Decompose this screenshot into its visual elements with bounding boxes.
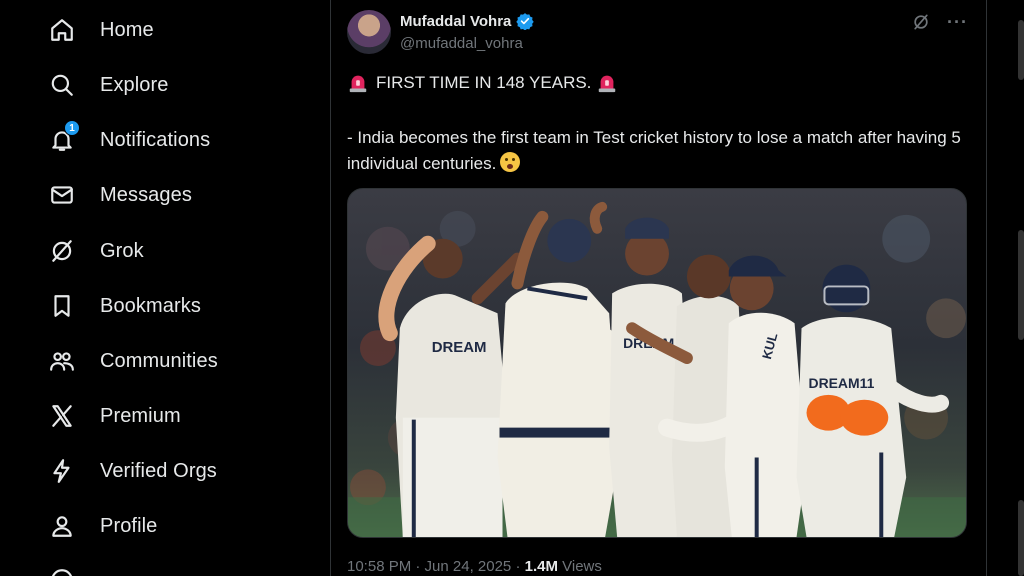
siren-emoji-icon	[349, 75, 367, 93]
nav-label-home: Home	[100, 18, 154, 41]
nav-label-premium: Premium	[100, 404, 181, 427]
scrollbar-thumb-bottom[interactable]	[1018, 500, 1024, 576]
nav-item-communities[interactable]: Communities	[48, 341, 218, 381]
column-divider-left	[330, 0, 331, 576]
notification-badge: 1	[64, 120, 80, 136]
author-name-row[interactable]: Mufaddal Vohra	[400, 12, 535, 30]
jersey-sponsor-text: DREAM11	[809, 375, 875, 391]
more-circle-icon	[48, 566, 76, 576]
nav-label-communities: Communities	[100, 349, 218, 372]
lightning-icon	[48, 457, 76, 485]
author-handle[interactable]: @mufaddal_vohra	[400, 35, 523, 52]
scrollbar-thumb-top[interactable]	[1018, 20, 1024, 80]
nav-item-home[interactable]: Home	[48, 10, 154, 50]
jersey-sponsor-text: DREAM	[432, 339, 487, 356]
verified-badge-icon	[516, 13, 535, 30]
nav-item-profile[interactable]: Profile	[48, 506, 157, 546]
column-divider-right	[986, 0, 987, 576]
home-icon	[48, 16, 76, 44]
person-icon	[48, 512, 76, 540]
tweet-timestamp[interactable]: 10:58 PM · Jun 24, 2025 ·	[347, 558, 525, 575]
tweet-body-text: - India becomes the first team in Test c…	[347, 128, 961, 173]
nav-item-grok[interactable]: Grok	[48, 231, 144, 271]
nav-label-grok: Grok	[100, 239, 144, 262]
bookmark-icon	[48, 292, 76, 320]
nav-item-bookmarks[interactable]: Bookmarks	[48, 286, 201, 326]
more-options-icon[interactable]: ···	[947, 13, 968, 31]
bell-icon: 1	[48, 120, 80, 154]
views-label: Views	[557, 558, 602, 575]
nav-label-messages: Messages	[100, 183, 192, 206]
team-celebration-image: DREAM DREAM KUL DREAM11	[348, 201, 966, 537]
siren-emoji-icon	[599, 75, 616, 93]
x-logo-icon	[48, 402, 76, 430]
grok-icon	[48, 237, 76, 265]
player-figure: DREAM	[378, 235, 524, 537]
tweet-actions-top: ···	[911, 12, 968, 32]
nav-item-notifications[interactable]: 1 Notifications	[48, 120, 210, 160]
tweet-headline: FIRST TIME IN 148 YEARS.	[376, 73, 592, 92]
envelope-icon	[48, 181, 76, 209]
people-icon	[48, 347, 76, 375]
tweet-photo[interactable]: DREAM DREAM KUL DREAM11	[347, 188, 967, 538]
tweet-body: - India becomes the first team in Test c…	[347, 125, 967, 177]
nav-item-more[interactable]	[48, 560, 76, 576]
nav-item-messages[interactable]: Messages	[48, 175, 192, 215]
grok-icon[interactable]	[911, 12, 931, 32]
views-count: 1.4M	[524, 558, 558, 575]
author-name[interactable]: Mufaddal Vohra	[400, 13, 511, 30]
nav-item-verified-orgs[interactable]: Verified Orgs	[48, 451, 217, 491]
nav-item-explore[interactable]: Explore	[48, 65, 169, 105]
nav-label-bookmarks: Bookmarks	[100, 294, 201, 317]
player-figure: DREAM11	[796, 264, 950, 537]
avatar[interactable]	[347, 10, 391, 54]
nav-label-explore: Explore	[100, 73, 169, 96]
nav-label-verified-orgs: Verified Orgs	[100, 459, 217, 482]
scrollbar-thumb-middle[interactable]	[1018, 230, 1024, 340]
tweet[interactable]: Mufaddal Vohra @mufaddal_vohra ··· FIRST…	[347, 0, 972, 576]
tweet-headline-row: FIRST TIME IN 148 YEARS.	[347, 72, 618, 94]
nav-label-profile: Profile	[100, 514, 158, 537]
exploding-head-emoji-icon	[500, 152, 521, 172]
nav-label-notifications: Notifications	[100, 128, 211, 151]
nav-item-premium[interactable]: Premium	[48, 396, 181, 436]
primary-nav: Home Explore 1 Notifications Messages Gr…	[0, 0, 330, 576]
search-icon	[48, 71, 76, 99]
tweet-meta: 10:58 PM · Jun 24, 2025 · 1.4M Views	[347, 558, 602, 575]
